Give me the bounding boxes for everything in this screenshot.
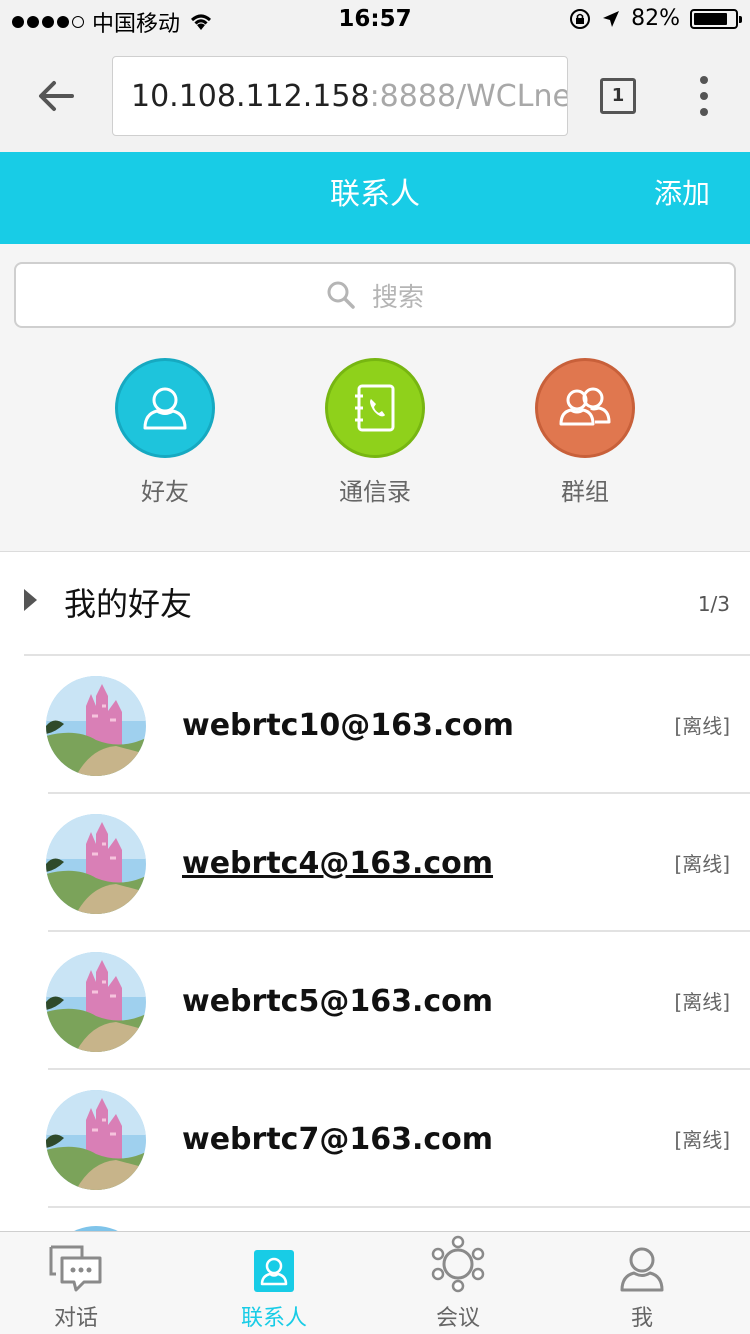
tab-switcher-button[interactable]: 1 [600,78,636,114]
chat-icon [49,1245,102,1292]
search-placeholder: 搜索 [371,282,424,313]
add-button[interactable]: 添加 [654,152,710,236]
groups-label: 群组 [561,478,609,506]
group-icon [535,358,635,458]
nav-label: 对话 [53,1306,98,1331]
nav-chat[interactable]: 对话 [16,1232,136,1332]
groups-shortcut[interactable]: 群组 [510,358,660,507]
contact-row[interactable]: webrtc7@163.com [离线] [0,1070,750,1208]
person-icon [115,358,215,458]
battery-icon [690,8,742,29]
meeting-icon [431,1235,485,1293]
avatar [46,814,146,914]
contact-row[interactable]: webrtc5@163.com [离线] [0,932,750,1070]
browser-toolbar: 10.108.112.158:8888/WCLnev 1 [0,40,750,152]
app-header: 联系人 添加 [0,152,750,244]
status-badge: [离线] [674,714,730,738]
url-host: 10.108.112.158 [131,79,370,114]
avatar [46,676,146,776]
contact-email: webrtc10@163.com [182,708,514,743]
avatar [46,1090,146,1190]
status-badge: [离线] [674,852,730,876]
online-count: 1/3 [697,592,730,616]
nav-label: 我 [630,1306,653,1331]
address-book-icon [325,358,425,458]
friends-shortcut[interactable]: 好友 [90,358,240,507]
search-input[interactable]: 搜索 [14,262,736,328]
section-title: 我的好友 [64,585,193,623]
friends-label: 好友 [141,478,189,506]
row-divider [48,1206,750,1208]
contacts-icon [254,1250,294,1292]
profile-icon [620,1247,664,1292]
page-title: 联系人 [330,177,420,212]
nav-meeting[interactable]: 会议 [398,1232,518,1332]
status-badge: [离线] [674,1128,730,1152]
status-badge: [离线] [674,990,730,1014]
status-right: 82% [569,6,742,31]
address-book-shortcut[interactable]: 通信录 [300,358,450,507]
address-book-label: 通信录 [339,478,411,506]
nav-contacts[interactable]: 联系人 [214,1232,334,1332]
url-path: :8888/WCLnev [369,79,568,114]
battery-percent: 82% [631,6,680,31]
contact-email: webrtc5@163.com [182,984,494,1019]
contact-email: webrtc7@163.com [182,1122,494,1157]
location-arrow-icon [603,10,620,27]
search-icon [327,281,355,309]
friends-section-header[interactable]: 我的好友 1/3 [0,553,750,655]
overflow-menu-icon[interactable] [694,76,714,116]
rotation-lock-icon [570,8,591,29]
status-bar: 中国移动 16:57 82% [0,0,750,40]
back-arrow-icon[interactable] [34,74,78,118]
avatar [46,952,146,1052]
expand-triangle-icon [24,589,37,611]
contact-row[interactable]: webrtc10@163.com [离线] [0,656,750,794]
contact-row[interactable]: webrtc4@163.com [离线] [0,794,750,932]
bottom-nav: 对话 联系人 会议 我 [0,1231,750,1334]
nav-label: 会议 [435,1306,480,1331]
url-bar[interactable]: 10.108.112.158:8888/WCLnev [112,56,568,136]
nav-label: 联系人 [240,1306,307,1331]
search-area: 搜索 好友 通信录 群组 [0,244,750,552]
contact-email: webrtc4@163.com [182,846,494,881]
nav-me[interactable]: 我 [582,1232,702,1332]
